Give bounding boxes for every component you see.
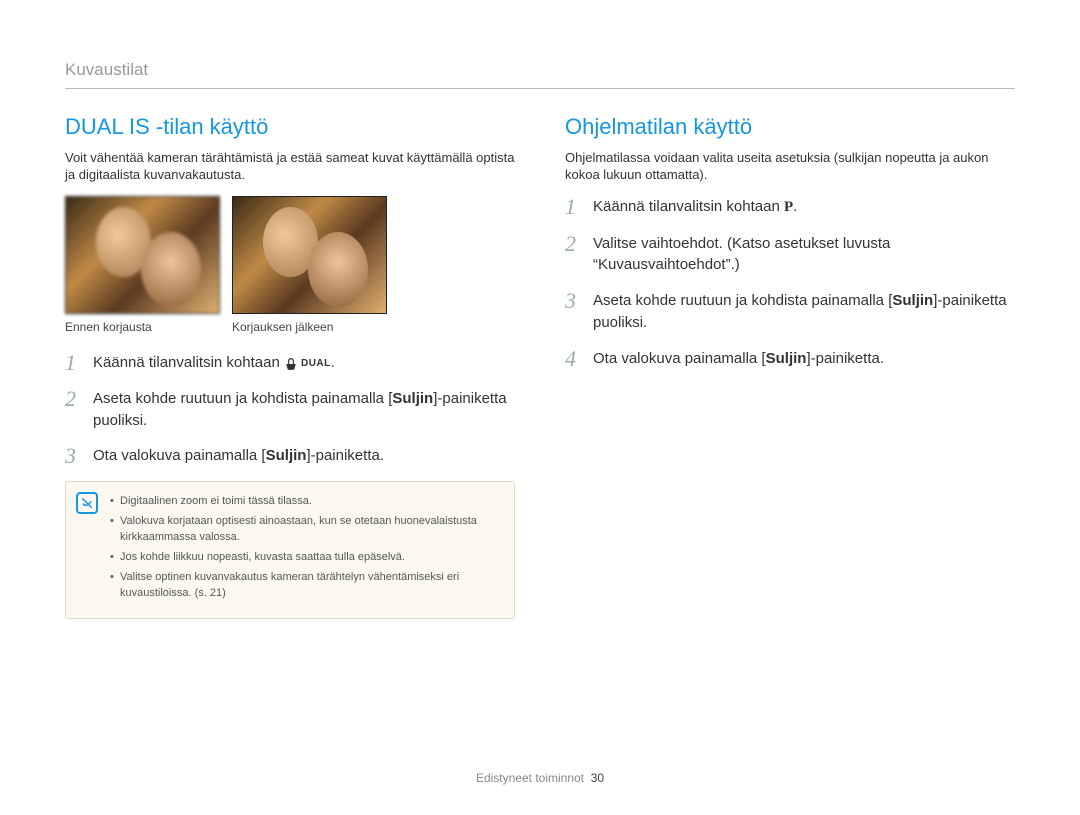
- note-item: Valokuva korjataan optisesti ainoastaan,…: [110, 514, 502, 546]
- step-number: 3: [65, 445, 83, 467]
- image-row: [65, 196, 515, 314]
- left-column: DUAL IS -tilan käyttö Voit vähentää kame…: [65, 114, 515, 619]
- right-step-4: 4 Ota valokuva painamalla [Suljin]-paini…: [565, 348, 1015, 370]
- note-icon: [76, 492, 98, 514]
- left-step-2: 2 Aseta kohde ruutuun ja kohdista painam…: [65, 388, 515, 432]
- caption-after: Korjauksen jälkeen: [232, 320, 387, 334]
- right-heading: Ohjelmatilan käyttö: [565, 114, 1015, 140]
- caption-before: Ennen korjausta: [65, 320, 220, 334]
- caption-row: Ennen korjausta Korjauksen jälkeen: [65, 320, 515, 334]
- left-step-1: 1 Käännä tilanvalitsin kohtaan DUAL.: [65, 352, 515, 374]
- note-item: Digitaalinen zoom ei toimi tässä tilassa…: [110, 494, 502, 510]
- left-step-3: 3 Ota valokuva painamalla [Suljin]-paini…: [65, 445, 515, 467]
- step-number: 1: [565, 196, 583, 218]
- photo-before: [65, 196, 220, 314]
- step-text: Aseta kohde ruutuun ja kohdista painamal…: [93, 388, 515, 432]
- step-text: Ota valokuva painamalla [Suljin]-painike…: [93, 445, 515, 467]
- right-intro: Ohjelmatilassa voidaan valita useita ase…: [565, 150, 1015, 184]
- dual-is-icon: DUAL: [284, 357, 331, 372]
- step-text: Valitse vaihtoehdot. (Katso asetukset lu…: [593, 233, 1015, 277]
- step-text: Aseta kohde ruutuun ja kohdista painamal…: [593, 290, 1015, 334]
- note-item: Valitse optinen kuvanvakautus kameran tä…: [110, 570, 502, 602]
- p-mode-icon: P: [784, 197, 793, 219]
- footer-section: Edistyneet toiminnot: [476, 771, 584, 785]
- right-step-2: 2 Valitse vaihtoehdot. (Katso asetukset …: [565, 233, 1015, 277]
- step-number: 1: [65, 352, 83, 374]
- page-header: Kuvaustilat: [65, 60, 1015, 89]
- note-list: Digitaalinen zoom ei toimi tässä tilassa…: [110, 494, 502, 602]
- right-steps: 1 Käännä tilanvalitsin kohtaan P. 2 Vali…: [565, 196, 1015, 370]
- note-item: Jos kohde liikkuu nopeasti, kuvasta saat…: [110, 550, 502, 566]
- hand-icon: [284, 357, 298, 372]
- header-label: Kuvaustilat: [65, 60, 1015, 80]
- step-number: 4: [565, 348, 583, 370]
- content-columns: DUAL IS -tilan käyttö Voit vähentää kame…: [65, 114, 1015, 619]
- header-rule: [65, 88, 1015, 89]
- page-footer: Edistyneet toiminnot 30: [0, 771, 1080, 785]
- right-column: Ohjelmatilan käyttö Ohjelmatilassa voida…: [565, 114, 1015, 619]
- left-steps: 1 Käännä tilanvalitsin kohtaan DUAL. 2 A…: [65, 352, 515, 468]
- step-number: 2: [565, 233, 583, 255]
- step-text: Ota valokuva painamalla [Suljin]-painike…: [593, 348, 1015, 370]
- step-text: Käännä tilanvalitsin kohtaan DUAL.: [93, 352, 515, 374]
- left-heading: DUAL IS -tilan käyttö: [65, 114, 515, 140]
- left-intro: Voit vähentää kameran tärähtämistä ja es…: [65, 150, 515, 184]
- step-text: Käännä tilanvalitsin kohtaan P.: [593, 196, 1015, 219]
- step-number: 2: [65, 388, 83, 410]
- right-step-1: 1 Käännä tilanvalitsin kohtaan P.: [565, 196, 1015, 219]
- note-box: Digitaalinen zoom ei toimi tässä tilassa…: [65, 481, 515, 619]
- footer-page: 30: [591, 771, 604, 785]
- step-number: 3: [565, 290, 583, 312]
- photo-after: [232, 196, 387, 314]
- right-step-3: 3 Aseta kohde ruutuun ja kohdista painam…: [565, 290, 1015, 334]
